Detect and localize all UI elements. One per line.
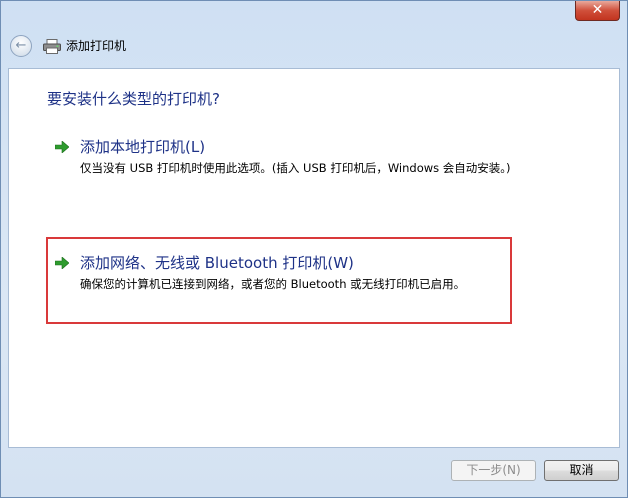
window-title: 添加打印机 [66, 39, 127, 53]
next-button[interactable]: 下一步(N) [451, 460, 536, 481]
option-description: 仅当没有 USB 打印机时使用此选项。(插入 USB 打印机后，Windows … [80, 161, 511, 175]
back-button[interactable]: ← [10, 35, 32, 57]
close-icon: ✕ [591, 2, 604, 18]
navigation-bar: ← 添加打印机 [1, 23, 627, 67]
page-heading: 要安装什么类型的打印机? [47, 90, 220, 108]
option-title: 添加网络、无线或 Bluetooth 打印机(W) [80, 254, 354, 272]
close-button[interactable]: ✕ [575, 1, 620, 21]
option-description: 确保您的计算机已连接到网络，或者您的 Bluetooth 或无线打印机已启用。 [80, 277, 466, 291]
content-panel: 要安装什么类型的打印机? 添加本地打印机(L) 仅当没有 USB 打印机时使用此… [8, 68, 620, 448]
back-arrow-icon: ← [15, 38, 27, 53]
option-title: 添加本地打印机(L) [80, 138, 206, 156]
printer-icon [43, 39, 61, 54]
button-bar: 下一步(N) 取消 [1, 449, 627, 497]
green-arrow-icon [55, 257, 69, 269]
add-printer-window: ✕ ← 添加打印机 要安装什么类型的打印机? 添加本地打印机(L) 仅当没有 U… [0, 0, 628, 498]
green-arrow-icon [55, 141, 69, 153]
cancel-button[interactable]: 取消 [544, 460, 619, 481]
